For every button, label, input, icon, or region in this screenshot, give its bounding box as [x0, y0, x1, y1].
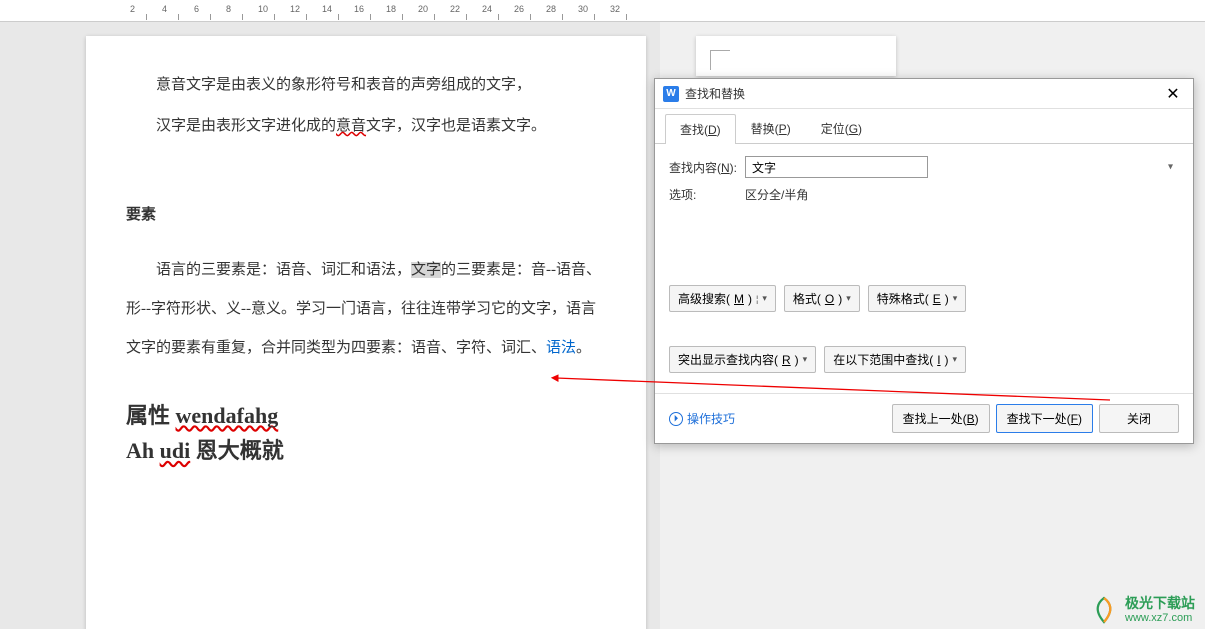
text-run: 文字，汉字也是语素文字。 — [366, 118, 546, 134]
heading-line[interactable]: Ah udi 恩大概就 — [126, 433, 606, 468]
chevron-down-icon: ▾ — [762, 293, 767, 304]
spellcheck-wavy: 意音 — [336, 118, 366, 134]
close-icon[interactable]: ✕ — [1161, 82, 1185, 106]
chevron-down-icon[interactable]: ▾ — [1168, 162, 1173, 173]
text-run: 。 — [576, 340, 591, 356]
text-run: Ah — [126, 438, 160, 463]
chevron-down-icon: ▾ — [953, 293, 958, 304]
chevron-down-icon: ▾ — [803, 354, 808, 365]
options-value: 区分全/半角 — [745, 186, 808, 203]
section-heading[interactable]: 要素 — [126, 196, 606, 235]
dialog-title: 查找和替换 — [685, 85, 1161, 102]
tab-goto[interactable]: 定位(G) — [806, 113, 877, 143]
find-prev-button[interactable]: 查找上一处(B) — [892, 404, 990, 433]
caret-icon: ¦ — [756, 294, 758, 304]
find-next-button[interactable]: 查找下一处(F) — [996, 404, 1093, 433]
find-content-label: 查找内容(N): — [669, 159, 745, 176]
find-replace-dialog: W 查找和替换 ✕ 查找(D) 替换(P) 定位(G) 查找内容(N): ▾ 选… — [654, 78, 1194, 444]
paragraph[interactable]: 语言的三要素是：语音、词汇和语法，文字的三要素是：音--语音、形--字符形状、义… — [126, 251, 606, 368]
close-button[interactable]: 关闭 — [1099, 404, 1179, 433]
paragraph[interactable]: 意音文字是由表义的象形符号和表音的声旁组成的文字， — [126, 66, 606, 105]
tab-replace[interactable]: 替换(P) — [736, 113, 806, 143]
hyperlink[interactable]: 语法 — [546, 340, 576, 356]
text-run: 恩大概就 — [190, 438, 284, 463]
watermark-logo-icon — [1089, 595, 1119, 625]
watermark: 极光下载站 www.xz7.com — [1089, 595, 1195, 625]
chevron-down-icon: ▾ — [846, 293, 851, 304]
paragraph[interactable]: 汉字是由表形文字进化成的意音文字，汉字也是语素文字。 — [126, 107, 606, 146]
document-page[interactable]: 意音文字是由表义的象形符号和表音的声旁组成的文字， 汉字是由表形文字进化成的意音… — [86, 36, 646, 629]
find-highlight: 文字 — [411, 262, 441, 278]
advanced-search-button[interactable]: 高级搜索(M) ¦▾ — [669, 285, 776, 312]
heading-line[interactable]: 属性 wendafahg — [126, 398, 606, 433]
app-icon: W — [663, 86, 679, 102]
dialog-body: 查找内容(N): ▾ 选项: 区分全/半角 — [655, 144, 1193, 221]
document-editor-area: 意音文字是由表义的象形符号和表音的声旁组成的文字， 汉字是由表形文字进化成的意音… — [0, 22, 660, 629]
highlight-results-button[interactable]: 突出显示查找内容(R) ▾ — [669, 346, 816, 373]
tab-find[interactable]: 查找(D) — [665, 114, 736, 144]
text-run: 汉字是由表形文字进化成的 — [156, 118, 336, 134]
options-label: 选项: — [669, 186, 745, 203]
search-in-range-button[interactable]: 在以下范围中查找(I) ▾ — [824, 346, 966, 373]
tips-label: 操作技巧 — [687, 410, 735, 427]
tips-link[interactable]: ⏵ 操作技巧 — [669, 410, 735, 427]
document-page-next — [696, 36, 896, 76]
text-run: 语言的三要素是：语音、词汇和语法， — [156, 262, 411, 278]
chevron-down-icon: ▾ — [953, 354, 958, 365]
spellcheck-wavy: udi — [160, 438, 191, 463]
format-button[interactable]: 格式(O) ▾ — [784, 285, 860, 312]
horizontal-ruler: 2468101214161820222426283032 — [0, 0, 1205, 22]
watermark-name: 极光下载站 — [1125, 596, 1195, 611]
text-run: 属性 — [126, 403, 176, 428]
watermark-url: www.xz7.com — [1125, 612, 1195, 624]
page-margin-corner — [710, 50, 730, 70]
info-icon: ⏵ — [669, 412, 683, 426]
special-format-button[interactable]: 特殊格式(E) ▾ — [868, 285, 967, 312]
spellcheck-wavy: wendafahg — [176, 403, 279, 428]
dialog-titlebar[interactable]: W 查找和替换 ✕ — [655, 79, 1193, 109]
dialog-tabs: 查找(D) 替换(P) 定位(G) — [655, 109, 1193, 144]
find-content-input[interactable] — [745, 156, 928, 178]
